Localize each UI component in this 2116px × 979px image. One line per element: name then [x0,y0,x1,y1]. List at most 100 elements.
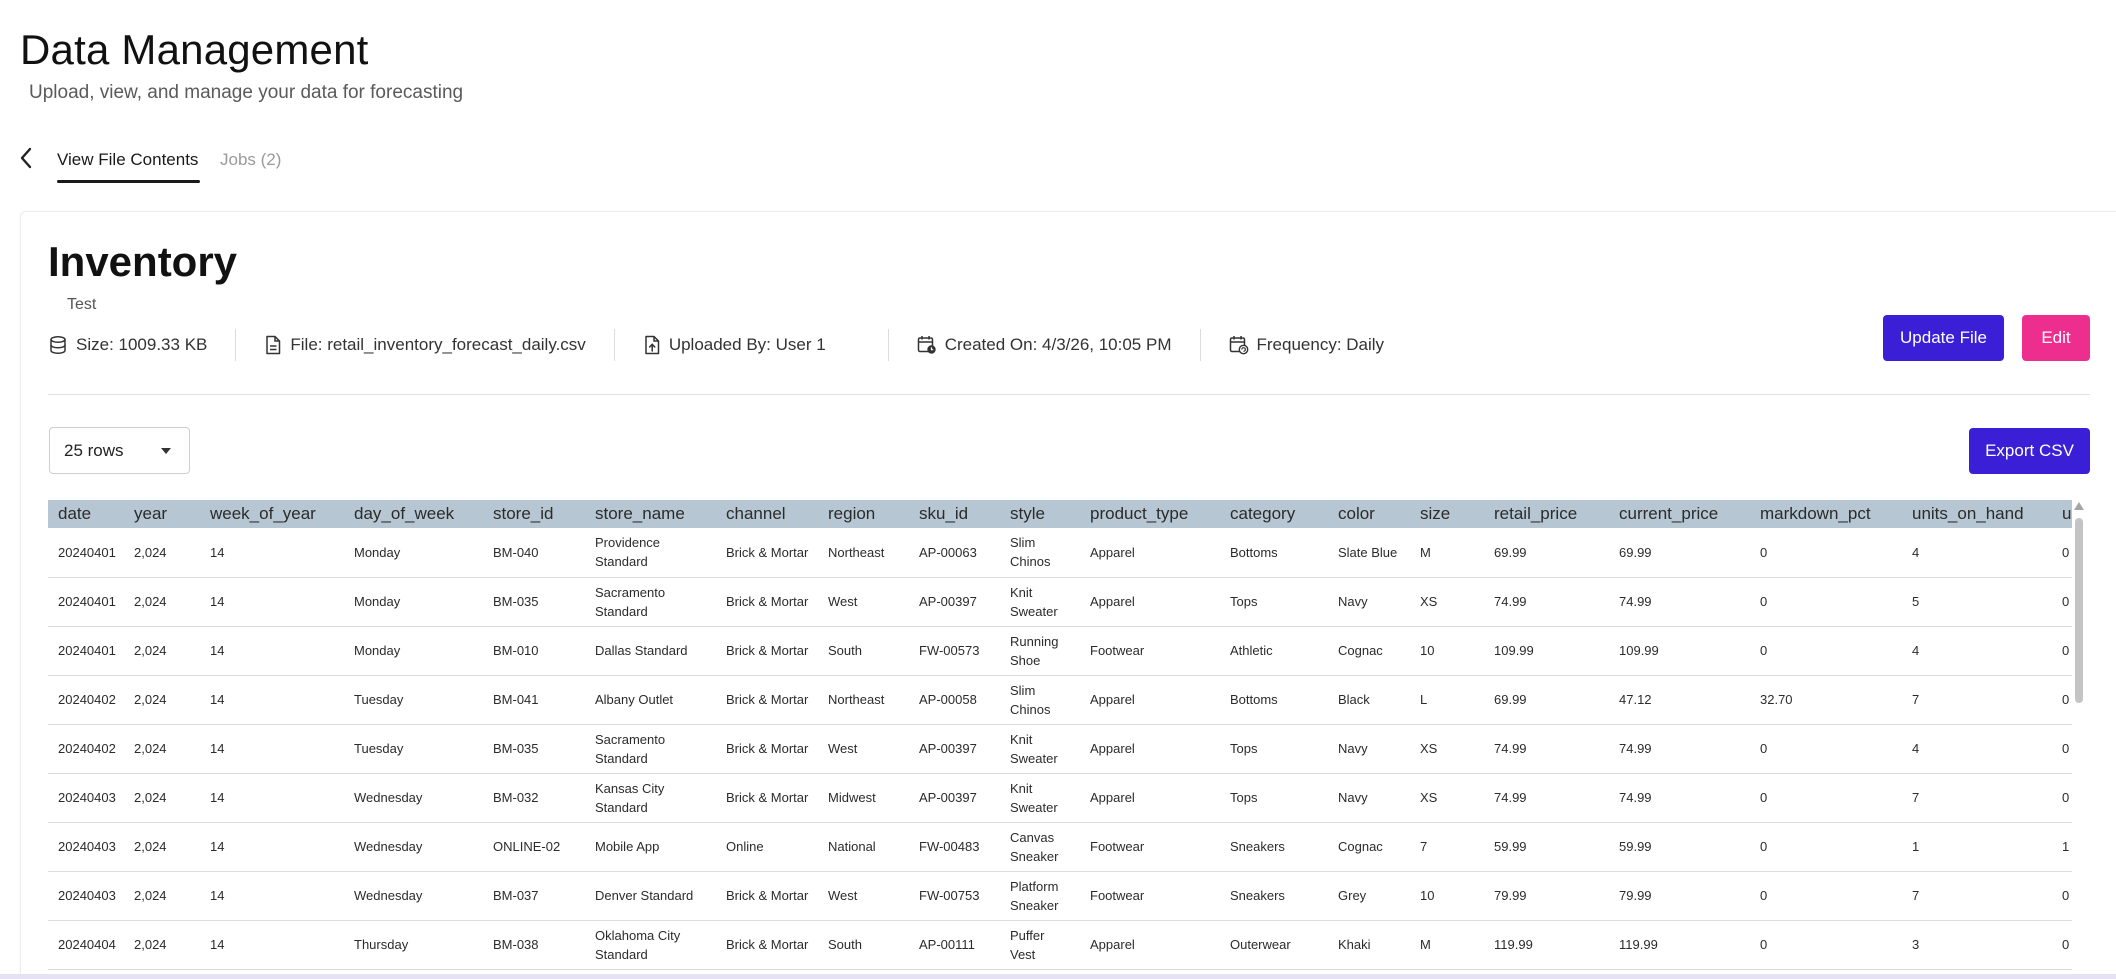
table-cell: 14 [200,871,344,921]
export-csv-button[interactable]: Export CSV [1969,428,2090,474]
table-cell: 20240403 [48,773,124,823]
table-cell: Tops [1220,724,1328,774]
table-cell: 4 [1902,626,2052,676]
column-header-store-name[interactable]: store_name [585,500,716,528]
column-header-region[interactable]: region [818,500,909,528]
table-cell: 20240404 [48,920,124,970]
table-cell: 20240403 [48,822,124,872]
table-cell: West [818,724,909,774]
column-header-product-type[interactable]: product_type [1080,500,1220,528]
table-cell: 1 [1902,822,2052,872]
column-header-markdown-pct[interactable]: markdown_pct [1750,500,1902,528]
meta-divider [887,329,889,361]
table-cell: Slim Chinos [1000,528,1080,578]
column-header-u[interactable]: u [2052,500,2072,528]
meta-uploaded-by-text: Uploaded By: User 1 [668,335,826,354]
table-cell: FW-00753 [909,871,1000,921]
table-cell: 69.99 [1609,528,1750,578]
table-cell: 10 [1410,871,1484,921]
table-cell: Wednesday [344,871,483,921]
table-cell: 0 [2052,871,2072,921]
column-header-category[interactable]: category [1220,500,1328,528]
table-cell: BM-041 [483,675,585,725]
back-button[interactable] [12,144,40,172]
column-header-date[interactable]: date [48,500,124,528]
rows-per-page-select[interactable]: 25 rows [49,427,190,474]
table-cell: BM-040 [483,528,585,578]
table-cell: XS [1410,577,1484,627]
edit-button[interactable]: Edit [2022,315,2090,361]
table-cell: AP-00397 [909,724,1000,774]
column-header-style[interactable]: style [1000,500,1080,528]
table-row[interactable]: 20240402 2,024 14 Tuesday BM-041 Albany Outle… [48,675,2072,725]
vertical-scrollbar[interactable] [2072,500,2086,970]
column-header-units-on-hand[interactable]: units_on_hand [1902,500,2052,528]
update-file-button[interactable]: Update File [1883,315,2004,361]
meta-size-text: Size: 1009.33 KB [76,335,208,354]
table-cell: 2,024 [124,920,200,970]
table-cell: 2,024 [124,871,200,921]
tab-view-file-contents[interactable]: View File Contents [57,150,201,183]
column-header-day-of-week[interactable]: day_of_week [344,500,483,528]
calendar-clock-icon [917,336,936,354]
table-cell: FW-00483 [909,822,1000,872]
table-cell: Black [1328,675,1410,725]
table-cell: Sneakers [1220,822,1328,872]
table-cell: Wednesday [344,773,483,823]
column-header-store-id[interactable]: store_id [483,500,585,528]
table-cell: Denver Standard [585,871,716,921]
table-row[interactable]: 20240403 2,024 14 Wednesday BM-032 Kansas Cit… [48,773,2072,823]
table-cell: 119.99 [1609,920,1750,970]
table-cell: Northeast [818,675,909,725]
table-row[interactable]: 20240401 2,024 14 Monday BM-035 Sacramento St… [48,577,2072,627]
column-header-week-of-year[interactable]: week_of_year [200,500,344,528]
column-header-year[interactable]: year [124,500,200,528]
table-cell: Khaki [1328,920,1410,970]
column-header-current-price[interactable]: current_price [1609,500,1750,528]
file-icon [266,335,281,355]
table-cell: 2,024 [124,822,200,872]
table-row[interactable]: 20240403 2,024 14 Wednesday BM-037 Denver Sta… [48,871,2072,921]
table-row[interactable]: 20240402 2,024 14 Tuesday BM-035 Sacramento S… [48,724,2072,774]
table-cell: 0 [2052,528,2072,578]
data-table-container[interactable]: date year week_of_year day_of_week store_id s… [48,500,2072,975]
table-cell: 7 [1410,822,1484,872]
meta-frequency-text: Frequency: Daily [1256,335,1385,354]
file-upload-icon [645,335,660,355]
table-cell: 2,024 [124,577,200,627]
section-divider [48,394,2090,395]
table-cell: Slim Chinos [1000,675,1080,725]
table-row[interactable]: 20240401 2,024 14 Monday BM-010 Dallas Standa… [48,626,2072,676]
table-cell: Canvas Sneaker [1000,822,1080,872]
table-cell: 20240401 [48,528,124,578]
calendar-repeat-icon [1229,336,1248,355]
table-cell: Brick & Mortar [716,675,818,725]
table-cell: 2,024 [124,626,200,676]
file-meta-row: Size: 1009.33 KB File: retail_inventory_… [48,329,1448,361]
table-row[interactable]: 20240403 2,024 14 Wednesday ONLINE-02 Mobile … [48,822,2072,872]
scroll-up-arrow-icon[interactable] [2074,502,2084,510]
table-row[interactable]: 20240401 2,024 14 Monday BM-040 Providence St… [48,528,2072,578]
table-cell: XS [1410,724,1484,774]
table-cell: Tuesday [344,724,483,774]
table-cell: L [1410,675,1484,725]
rows-per-page-value: 25 rows [64,440,124,460]
table-cell: AP-00063 [909,528,1000,578]
scrollbar-thumb[interactable] [2075,518,2083,703]
meta-file: File: retail_inventory_forecast_daily.cs… [264,330,586,360]
table-cell: Kansas City Standard [585,773,716,823]
column-header-channel[interactable]: channel [716,500,818,528]
table-cell: M [1410,528,1484,578]
column-header-size[interactable]: size [1410,500,1484,528]
table-cell: 69.99 [1484,675,1609,725]
column-header-color[interactable]: color [1328,500,1410,528]
table-cell: Brick & Mortar [716,920,818,970]
tab-jobs[interactable]: Jobs (2) [220,150,281,170]
column-header-sku-id[interactable]: sku_id [909,500,1000,528]
table-row[interactable]: 20240404 2,024 14 Thursday BM-038 Oklahoma Ci… [48,920,2072,970]
table-cell: Outerwear [1220,920,1328,970]
table-cell: South [818,920,909,970]
table-cell: Knit Sweater [1000,577,1080,627]
bottom-border [0,974,2116,979]
column-header-retail-price[interactable]: retail_price [1484,500,1609,528]
